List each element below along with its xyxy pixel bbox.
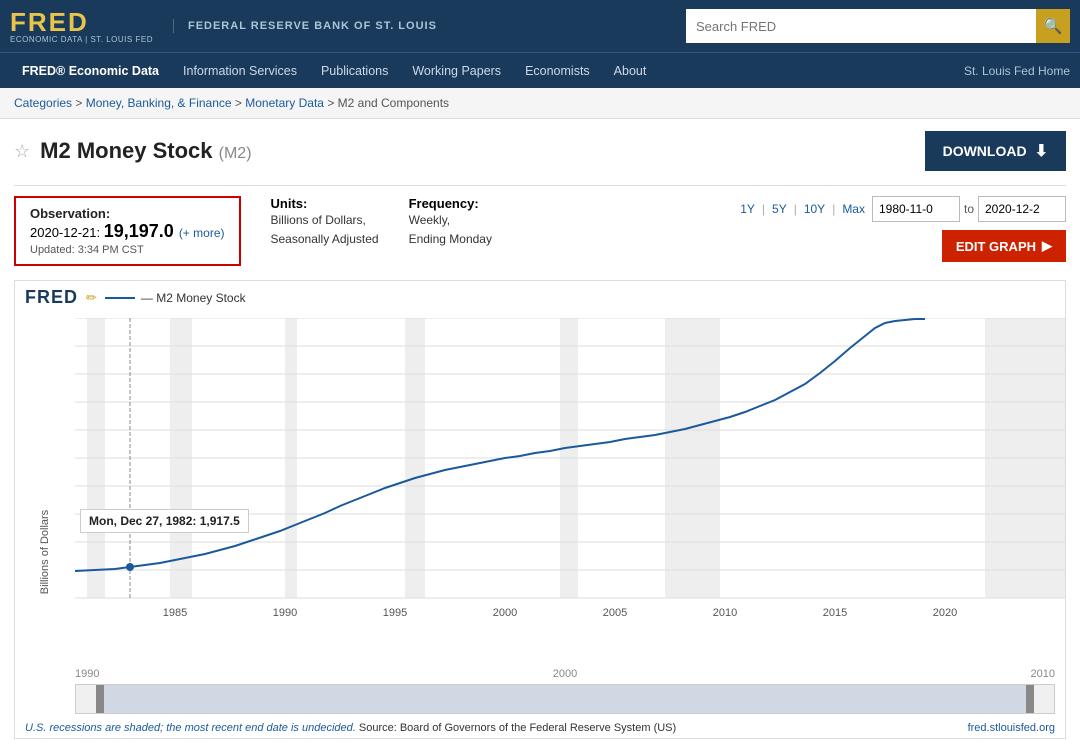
chart-svg: 0 2,000 4,000 6,000 8,000 10,000 12,000 … (75, 318, 1065, 618)
nav-about[interactable]: About (602, 53, 659, 89)
updated-label: Updated: (30, 244, 75, 256)
nav-economists[interactable]: Economists (513, 53, 602, 89)
minimap-label-1990: 1990 (75, 668, 99, 680)
range-5y-button[interactable]: 5Y (769, 200, 790, 218)
minimap-label-2010: 2010 (1031, 668, 1055, 680)
units-box: Units: Billions of Dollars, Seasonally A… (271, 196, 379, 249)
svg-text:2015: 2015 (823, 607, 847, 618)
chart-header: FRED ✏ — M2 Money Stock (15, 281, 1065, 314)
breadcrumb-monetary-data[interactable]: Monetary Data (245, 96, 324, 110)
chart-legend: — M2 Money Stock (105, 291, 246, 305)
search-area: 🔍 (686, 9, 1070, 43)
observation-value: 19,197.0 (104, 221, 179, 241)
chart-fred-logo: FRED (25, 287, 78, 308)
minimap-handle-right[interactable] (1026, 685, 1034, 713)
chart-container: FRED ✏ — M2 Money Stock Billions of Doll… (14, 280, 1066, 739)
date-range-controls: 1Y | 5Y | 10Y | Max to EDIT GRAPH ▶ (737, 196, 1066, 262)
breadcrumb-sep3: > (327, 96, 337, 110)
minimap-handle-left[interactable] (96, 685, 104, 713)
date-range-buttons-row: 1Y | 5Y | 10Y | Max to (737, 196, 1066, 222)
page-title-text: M2 Money Stock (40, 138, 212, 163)
chart-svg-area: Billions of Dollars (15, 314, 1065, 668)
observation-label: Observation: (30, 206, 225, 221)
y-axis-label: Billions of Dollars (39, 472, 51, 632)
frequency-box: Frequency: Weekly, Ending Monday (409, 196, 492, 249)
svg-text:2010: 2010 (713, 607, 737, 618)
chart-minimap[interactable] (75, 684, 1055, 714)
bank-title: FEDERAL RESERVE BANK OF ST. LOUIS (173, 19, 437, 33)
frequency-line2: Ending Monday (409, 230, 492, 249)
page-title: M2 Money Stock (M2) (40, 138, 251, 164)
svg-text:1990: 1990 (273, 607, 297, 618)
observation-date-value: 2020-12-21: 19,197.0 (+ more) (30, 221, 225, 242)
nav-information-services[interactable]: Information Services (171, 53, 309, 89)
date-to-input[interactable] (978, 196, 1066, 222)
nav-stlouis-home[interactable]: St. Louis Fed Home (964, 64, 1070, 78)
nav-publications[interactable]: Publications (309, 53, 400, 89)
date-from-input[interactable] (872, 196, 960, 222)
page-title-code: (M2) (219, 145, 252, 162)
range-sep1: | (762, 202, 765, 216)
range-10y-button[interactable]: 10Y (801, 200, 828, 218)
chart-footer-recession-note: U.S. recessions are shaded; the most rec… (25, 722, 356, 734)
edit-graph-label: EDIT GRAPH (956, 239, 1036, 254)
units-line2: Seasonally Adjusted (271, 230, 379, 249)
range-sep3: | (832, 202, 835, 216)
fred-logo[interactable]: FRED (10, 9, 89, 35)
favorite-star-icon[interactable]: ☆ (14, 141, 30, 162)
title-row: ☆ M2 Money Stock (M2) DOWNLOAD ⬇ (14, 131, 1066, 171)
range-max-button[interactable]: Max (839, 200, 868, 218)
search-input[interactable] (686, 9, 1036, 43)
svg-text:2000: 2000 (493, 607, 517, 618)
range-1y-button[interactable]: 1Y (737, 200, 758, 218)
breadcrumb-sep2: > (235, 96, 245, 110)
breadcrumb-sep1: > (75, 96, 85, 110)
svg-text:2005: 2005 (603, 607, 627, 618)
range-sep2: | (794, 202, 797, 216)
breadcrumb-current: M2 and Components (338, 96, 449, 110)
svg-text:2020: 2020 (933, 607, 957, 618)
chart-footer-source: Source: Board of Governors of the Federa… (359, 722, 676, 734)
search-button[interactable]: 🔍 (1036, 9, 1070, 43)
observation-more[interactable]: (+ more) (179, 226, 225, 240)
chart-line-color-indicator (105, 297, 135, 299)
chart-footer-right[interactable]: fred.stlouisfed.org (968, 722, 1055, 734)
chart-fred-pencil-icon: ✏ (86, 290, 97, 306)
updated-value: 3:34 PM CST (78, 244, 144, 256)
chart-series-label: — M2 Money Stock (141, 291, 246, 305)
logo-area: FRED ECONOMIC DATA | ST. LOUIS FED (10, 9, 153, 44)
minimap-label-2000: 2000 (553, 668, 577, 680)
download-button[interactable]: DOWNLOAD ⬇ (925, 131, 1066, 171)
nav-items: FRED® Economic Data Information Services… (10, 53, 964, 89)
svg-text:1985: 1985 (163, 607, 187, 618)
logo-subtitle: ECONOMIC DATA | ST. LOUIS FED (10, 35, 153, 44)
main-content: ☆ M2 Money Stock (M2) DOWNLOAD ⬇ Observa… (0, 119, 1080, 755)
title-left: ☆ M2 Money Stock (M2) (14, 138, 252, 164)
minimap-labels: 1990 2000 2010 (15, 668, 1065, 680)
units-label: Units: (271, 196, 379, 211)
svg-text:1995: 1995 (383, 607, 407, 618)
nav-bar: FRED® Economic Data Information Services… (0, 52, 1080, 88)
nav-fred-economic-data[interactable]: FRED® Economic Data (10, 53, 171, 89)
observation-date: 2020-12-21: (30, 225, 104, 240)
minimap-selected-range (96, 685, 1035, 713)
observation-updated: Updated: 3:34 PM CST (30, 244, 225, 256)
observation-box: Observation: 2020-12-21: 19,197.0 (+ mor… (14, 196, 241, 266)
nav-working-papers[interactable]: Working Papers (400, 53, 513, 89)
breadcrumb: Categories > Money, Banking, & Finance >… (0, 88, 1080, 119)
frequency-label: Frequency: (409, 196, 492, 211)
frequency-line1: Weekly, (409, 211, 492, 230)
units-line1: Billions of Dollars, (271, 211, 379, 230)
top-bar: FRED ECONOMIC DATA | ST. LOUIS FED FEDER… (0, 0, 1080, 52)
breadcrumb-money-banking[interactable]: Money, Banking, & Finance (86, 96, 232, 110)
chart-footer: fred.stlouisfed.org U.S. recessions are … (15, 718, 1065, 738)
download-icon: ⬇ (1035, 141, 1048, 161)
date-to-label: to (964, 202, 974, 216)
breadcrumb-categories[interactable]: Categories (14, 96, 72, 110)
edit-graph-button[interactable]: EDIT GRAPH ▶ (942, 230, 1066, 262)
stats-row: Observation: 2020-12-21: 19,197.0 (+ mor… (14, 185, 1066, 266)
edit-graph-icon: ▶ (1042, 238, 1052, 254)
download-label: DOWNLOAD (943, 143, 1027, 159)
